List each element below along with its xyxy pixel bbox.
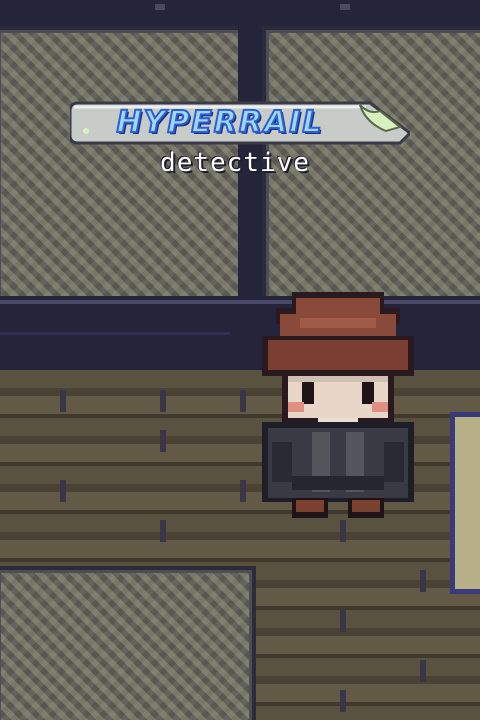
floor-seam bbox=[160, 520, 166, 542]
floor-seam bbox=[60, 480, 66, 502]
side-panel bbox=[450, 412, 480, 594]
floor-seam bbox=[340, 690, 346, 712]
detective-sprite bbox=[262, 292, 414, 518]
ceiling-marker bbox=[340, 4, 350, 10]
floor-seam bbox=[340, 610, 346, 632]
game-scene: HYPERRAIL detective bbox=[0, 0, 480, 720]
floor-seam bbox=[240, 480, 246, 502]
ceiling-strip bbox=[0, 0, 480, 29]
game-logo: HYPERRAIL bbox=[115, 104, 324, 141]
glass-case-lower-left bbox=[0, 566, 256, 720]
floor-seam bbox=[420, 570, 426, 592]
ceiling-marker bbox=[155, 4, 165, 10]
floor-seam bbox=[160, 430, 166, 452]
title-banner: HYPERRAIL bbox=[70, 101, 410, 145]
floor-seam bbox=[240, 390, 246, 412]
rail-edge bbox=[0, 332, 230, 335]
floor-seam bbox=[60, 390, 66, 412]
floor-seam bbox=[160, 390, 166, 412]
game-subtitle: detective bbox=[160, 148, 310, 178]
floor-seam bbox=[420, 660, 426, 682]
